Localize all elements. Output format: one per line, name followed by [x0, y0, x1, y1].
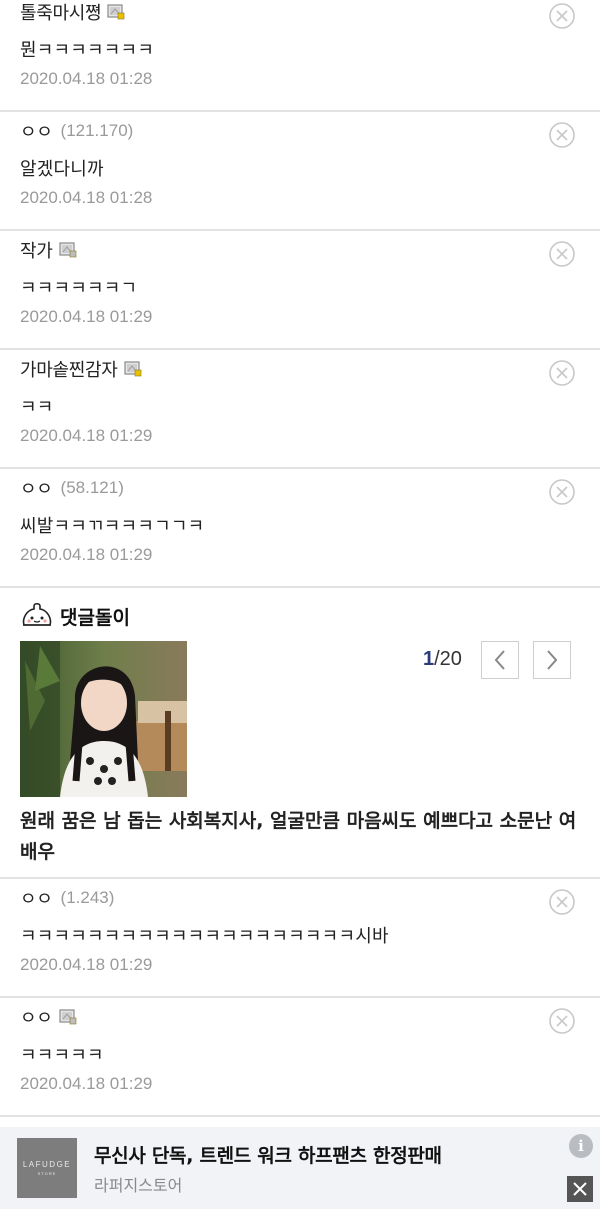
delete-comment-button[interactable] — [548, 359, 576, 387]
comment-item: ㅇㅇ (121.170) 알겠다니까 2020.04.18 01:28 — [0, 112, 600, 231]
comment-header: ㅇㅇ — [20, 1004, 77, 1030]
gallog-icon[interactable] — [123, 361, 142, 377]
ad-advertiser: 라퍼지스토어 — [94, 1176, 183, 1195]
ad-logo-text: LAFUDGE — [22, 1160, 72, 1169]
comment-item: ㅇㅇ (58.121) 씨발ㅋㅋㄲㅋㅋㅋㄱㄱㅋ 2020.04.18 01:29 — [0, 469, 600, 588]
comment-text: ㅋㅋ — [20, 397, 54, 418]
bot-title: 댓글돌이 — [60, 607, 130, 629]
comment-date: 2020.04.18 01:29 — [20, 1074, 153, 1093]
comment-text: ㅋㅋㅋㅋㅋㅋㅋㅋㅋㅋㅋㅋㅋㅋㅋㅋㅋㅋㅋㅋ시바 — [20, 926, 389, 947]
gallog-icon[interactable] — [58, 242, 77, 258]
comment-author[interactable]: ㅇㅇ — [20, 1004, 53, 1030]
prev-button[interactable] — [481, 641, 519, 679]
comment-ip: (58.121) — [60, 478, 124, 497]
delete-comment-button[interactable] — [548, 2, 576, 30]
ad-banner[interactable]: LAFUDGE STORE 무신사 단독, 트렌드 워크 하프팬츠 한정판매 라… — [0, 1127, 600, 1209]
comment-date: 2020.04.18 01:29 — [20, 545, 153, 564]
comment-author[interactable]: ㅇㅇ — [20, 885, 53, 911]
comment-header: 톨죽마시쪙 — [20, 0, 125, 25]
pager-current: 1 — [423, 648, 435, 670]
comment-date: 2020.04.18 01:29 — [20, 307, 153, 326]
comment-text: ㅋㅋㅋㅋㅋ — [20, 1045, 104, 1066]
comment-author[interactable]: ㅇㅇ — [20, 118, 53, 144]
chevron-left-icon — [494, 650, 505, 670]
comment-text: 뭔ㅋㅋㅋㅋㅋㅋㅋ — [20, 40, 155, 61]
comment-header: ㅇㅇ (1.243) — [20, 885, 114, 911]
comment-text: ㅋㅋㅋㅋㅋㅋㄱ — [20, 278, 138, 299]
ad-title[interactable]: 무신사 단독, 트렌드 워크 하프팬츠 한정판매 — [94, 1141, 442, 1168]
comment-author[interactable]: 가마솥찐감자 — [20, 356, 118, 382]
comment-date: 2020.04.18 01:28 — [20, 69, 153, 88]
comment-date: 2020.04.18 01:29 — [20, 426, 153, 445]
next-button[interactable] — [533, 641, 571, 679]
ad-logo-sub: STORE — [37, 1171, 57, 1176]
comment-header: ㅇㅇ (121.170) — [20, 118, 133, 144]
delete-comment-button[interactable] — [548, 1007, 576, 1035]
bot-article-thumbnail[interactable] — [20, 641, 187, 797]
gallog-icon[interactable] — [107, 4, 125, 20]
comment-item: ㅇㅇ (1.243) ㅋㅋㅋㅋㅋㅋㅋㅋㅋㅋㅋㅋㅋㅋㅋㅋㅋㅋㅋㅋ시바 2020.04.1… — [0, 879, 600, 998]
delete-comment-button[interactable] — [548, 121, 576, 149]
comment-item: ㅇㅇㅋㅋㅋㅋㅋ 2020.04.18 01:29 — [0, 998, 600, 1117]
close-icon — [573, 1182, 587, 1196]
comment-ip: (121.170) — [60, 121, 134, 140]
delete-comment-button[interactable] — [548, 478, 576, 506]
gallog-icon[interactable] — [58, 1009, 77, 1025]
info-icon[interactable]: i — [569, 1134, 593, 1158]
delete-comment-button[interactable] — [548, 888, 576, 916]
comment-author[interactable]: 톨죽마시쪙 — [20, 0, 102, 25]
comment-ip: (1.243) — [60, 888, 115, 907]
pager-total: /20 — [434, 648, 462, 670]
thumbnail-photo — [20, 641, 187, 797]
delete-comment-button[interactable] — [548, 240, 576, 268]
comment-author[interactable]: 작가 — [20, 237, 53, 263]
chevron-right-icon — [547, 650, 558, 670]
comment-date: 2020.04.18 01:28 — [20, 188, 153, 207]
bot-article-headline[interactable]: 원래 꿈은 남 돕는 사회복지사, 얼굴만큼 마음씨도 예쁘다고 소문난 여배우 — [20, 806, 585, 868]
comment-header: 가마솥찐감자 — [20, 356, 142, 382]
bot-pager: 1/20 — [423, 648, 462, 671]
comment-item: 톨죽마시쪙뭔ㅋㅋㅋㅋㅋㅋㅋ 2020.04.18 01:28 — [0, 0, 600, 112]
comment-item: 작가 ㅋㅋㅋㅋㅋㅋㄱ 2020.04.18 01:29 — [0, 231, 600, 350]
comment-author[interactable]: ㅇㅇ — [20, 475, 53, 501]
bot-mascot-icon — [22, 602, 52, 626]
comment-date: 2020.04.18 01:29 — [20, 955, 153, 974]
comment-header: ㅇㅇ (58.121) — [20, 475, 124, 501]
comment-header: 작가 — [20, 237, 77, 263]
comment-text: 알겠다니까 — [20, 159, 104, 180]
comment-text: 씨발ㅋㅋㄲㅋㅋㅋㄱㄱㅋ — [20, 516, 205, 537]
comment-item: 가마솥찐감자 ㅋㅋ 2020.04.18 01:29 — [0, 350, 600, 469]
ad-close-button[interactable] — [567, 1176, 593, 1202]
ad-logo: LAFUDGE STORE — [17, 1138, 77, 1198]
